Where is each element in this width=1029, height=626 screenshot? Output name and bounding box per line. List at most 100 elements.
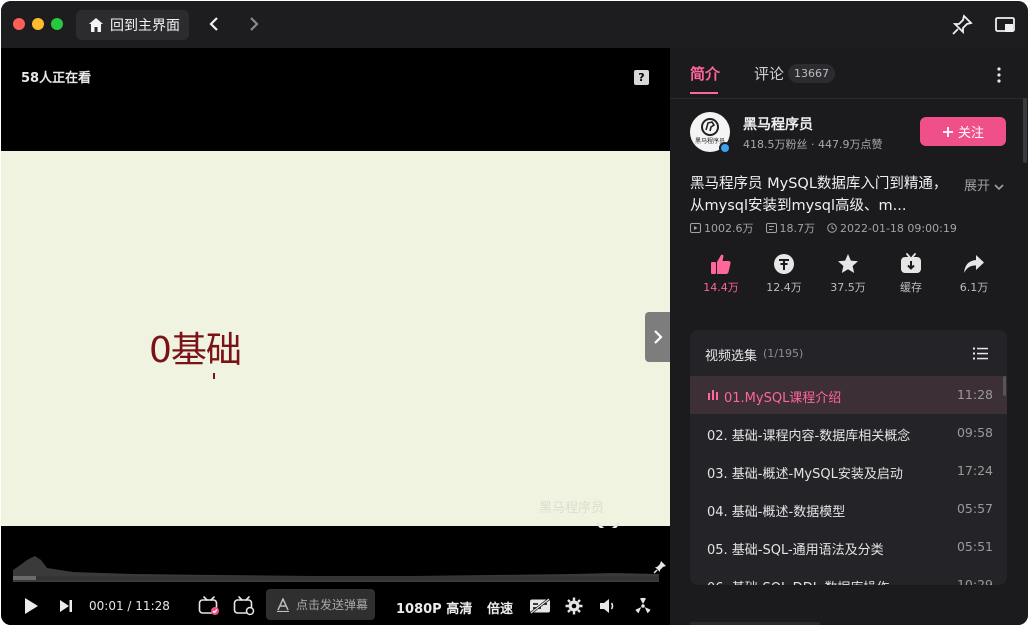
play-count-value: 1002.6万 [704,222,754,235]
close-window-button[interactable] [13,18,25,30]
playlist-item-title: 04. 基础-概述-数据模型 [707,505,846,520]
next-button[interactable] [57,596,75,616]
app-window: 回到主界面 58人正在看 ? 0基础 黑马程序员 00:01 / 11:28 点… [1,1,1028,625]
coin-count: 12.4万 [766,281,802,294]
next-section-stub [690,622,820,625]
playlist-item-title: 02. 基础-课程内容-数据库相关概念 [707,429,911,444]
playlist-item[interactable]: 06. 基础-SQL-DDL-数据库操作 10:29 [690,566,1007,585]
playlist-title: 视频选集 [705,349,758,364]
home-button[interactable]: 回到主界面 [76,10,189,40]
back-button[interactable] [203,13,225,35]
verified-badge-icon [719,142,731,154]
chevron-right-icon [250,17,259,31]
video-frame: 0基础 黑马程序员 [1,151,670,526]
pin-icon[interactable] [653,560,667,574]
play-button[interactable] [21,596,41,616]
playlist-header: 视频选集 (1/195) [690,330,1007,376]
more-options-icon[interactable] [990,66,1008,84]
danmaku-count-value: 18.7万 [779,222,816,235]
fullscreen-button[interactable] [632,596,654,616]
share-count: 6.1万 [959,281,989,294]
playlist-item-title: 06. 基础-SQL-DDL-数据库操作 [707,577,889,585]
uploader-name[interactable]: 黑马程序员 [743,114,813,134]
share-button[interactable]: 6.1万 [954,253,994,295]
settings-button[interactable] [564,596,584,616]
tab-comments[interactable]: 评论 [754,63,784,84]
skip-next-icon [60,600,72,612]
volume-button[interactable] [598,596,618,616]
minimize-window-button[interactable] [32,18,44,30]
play-icon [25,598,38,614]
playlist-item-title: 01.MySQL课程介绍 [724,391,842,406]
star-icon [838,254,858,273]
player-controls: 00:01 / 11:28 点击发送弹幕 1080P 高清 倍速 [1,528,670,625]
volume-icon [600,599,614,613]
favorite-button[interactable]: 37.5万 [828,253,868,295]
chevron-left-icon [209,17,218,31]
clock-icon [827,223,837,233]
video-player[interactable]: 58人正在看 ? 0基础 黑马程序员 [1,48,670,562]
coin-icon [774,254,794,274]
playlist-item[interactable]: 03. 基础-概述-MySQL安装及启动 17:24 [690,452,1007,490]
chevron-down-icon [994,183,1004,190]
side-panel: 简介 评论 13667 黑马程序员 黑马程序员 418.5万粉丝 · 447.9… [670,48,1028,625]
speed-selector[interactable]: 倍速 [487,598,513,617]
home-button-label: 回到主界面 [110,18,180,34]
danmaku-count-icon [765,223,777,233]
playlist-item-duration: 10:29 [956,577,993,585]
playlist-item[interactable]: 04. 基础-概述-数据模型 05:57 [690,490,1007,528]
expand-button[interactable]: 展开 [964,175,1004,194]
playlist-scrollbar[interactable] [1003,376,1006,396]
title-bar: 回到主界面 [1,1,1028,48]
progress-bar[interactable] [13,576,659,580]
plus-icon [942,126,953,137]
thumbs-up-icon [711,254,731,274]
playlist-item-duration: 05:57 [956,501,993,516]
favorite-count: 37.5万 [830,281,866,294]
playlist-item-duration: 09:58 [956,425,993,440]
coin-button[interactable]: 12.4万 [764,253,804,295]
danmaku-toggle-button[interactable] [197,596,221,616]
playlist-item[interactable]: 05. 基础-SQL-通用语法及分类 05:51 [690,528,1007,566]
danmaku-settings-button[interactable] [232,596,256,616]
cache-button[interactable]: 缓存 [891,253,931,295]
home-icon [89,18,103,32]
pin-window-icon[interactable] [951,14,973,36]
chevron-right-icon [653,330,663,344]
mini-player-icon[interactable] [994,14,1016,36]
uploader-stats: 418.5万粉丝 · 447.9万点赞 [743,138,883,151]
playlist-item-title: 05. 基础-SQL-通用语法及分类 [707,543,884,558]
share-icon [964,255,984,273]
radiation-fullscreen-icon [635,597,651,614]
quality-selector[interactable]: 1080P 高清 [396,598,472,617]
playlist-item-duration: 05:51 [956,539,993,554]
play-count-icon [690,223,701,233]
panel-scrollbar[interactable] [1023,98,1027,163]
playlist-item-duration: 17:24 [956,463,993,478]
like-button[interactable]: 14.4万 [701,253,741,295]
cache-label: 缓存 [900,281,922,294]
comment-count-badge: 13667 [788,64,835,83]
follow-button[interactable]: 关注 [920,117,1006,146]
tab-intro[interactable]: 简介 [690,63,720,84]
playlist-item[interactable]: 02. 基础-课程内容-数据库相关概念 09:58 [690,414,1007,452]
expand-label: 展开 [964,179,991,194]
expand-side-panel-button[interactable] [645,312,670,362]
list-view-icon[interactable] [973,347,988,360]
active-tab-indicator [690,92,718,94]
help-icon[interactable]: ? [634,70,649,85]
zoom-window-button[interactable] [51,18,63,30]
danmaku-input[interactable]: 点击发送弹幕 [266,589,375,620]
forward-button[interactable] [243,13,265,35]
current-time: 00:01 [89,599,124,613]
playlist-count: (1/195) [763,347,804,360]
playlist: 视频选集 (1/195) 01.MySQL课程介绍 11:28 02. 基础-课… [690,330,1007,585]
danmaku-settings-icon [233,596,255,616]
danmaku-toggle-icon [198,596,219,615]
subtitle-off-button[interactable] [528,596,552,616]
progress-fill [13,576,36,580]
playlist-item[interactable]: 01.MySQL课程介绍 11:28 [690,376,1007,414]
like-count: 14.4万 [703,281,739,294]
controls-row: 00:01 / 11:28 点击发送弹幕 1080P 高清 倍速 [1,588,670,624]
video-meta: 1002.6万 18.7万 2022-01-18 09:00:19 [690,220,957,236]
